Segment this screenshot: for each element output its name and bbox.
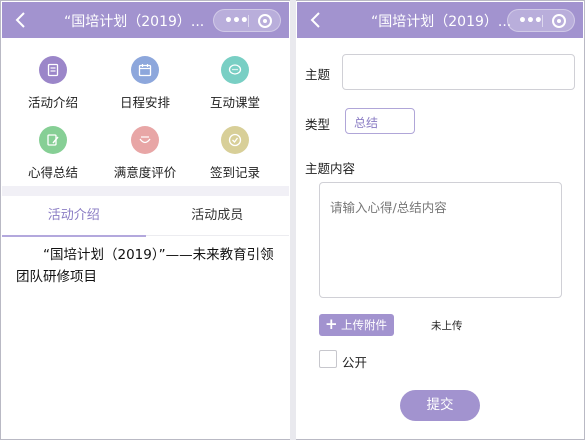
- menu-item-activity-intro[interactable]: 活动介绍: [8, 56, 98, 111]
- nav-title: “国培计划（2019）...: [64, 14, 205, 30]
- back-icon[interactable]: [307, 9, 325, 31]
- menu-item-label: 满意度评价: [113, 165, 177, 180]
- menu-item-schedule[interactable]: 日程安排: [100, 56, 190, 111]
- menu-item-label: 日程安排: [119, 95, 170, 110]
- subject-label: 主题: [305, 67, 331, 82]
- type-select[interactable]: 总结: [345, 108, 415, 134]
- tab-activity-intro[interactable]: 活动介绍: [2, 196, 146, 237]
- mini-program-capsule: •••: [507, 9, 575, 32]
- smile-icon: [131, 126, 159, 154]
- menu-item-label: 活动介绍: [27, 95, 78, 110]
- function-menu-grid: 活动介绍 日程安排 互动课堂 心得总结 满意度评价 签到记录: [2, 38, 289, 186]
- upload-status: 未上传: [431, 320, 463, 332]
- menu-item-label: 签到记录: [209, 165, 260, 180]
- capsule-separator: [542, 15, 543, 27]
- content-label: 主题内容: [305, 161, 356, 176]
- mini-program-capsule: •••: [213, 9, 281, 32]
- nav-bar: “国培计划（2019）... •••: [297, 2, 583, 38]
- content-textarea[interactable]: 请输入心得/总结内容: [319, 182, 562, 298]
- chat-icon: [221, 56, 249, 84]
- close-target-icon[interactable]: [258, 14, 272, 28]
- notes-icon: [39, 126, 67, 154]
- tab-bar: 活动介绍 活动成员: [2, 196, 290, 237]
- capsule-separator: [248, 15, 249, 27]
- type-label: 类型: [305, 117, 331, 132]
- more-icon[interactable]: •••: [224, 13, 249, 29]
- menu-item-check-in-record[interactable]: 签到记录: [190, 126, 280, 181]
- document-icon: [39, 56, 67, 84]
- check-icon: [221, 126, 249, 154]
- activity-detail-screen: “国培计划（2019）... ••• 活动介绍 日程安排 互动课堂 心得总结 满…: [2, 2, 289, 438]
- section-gap: [2, 186, 289, 196]
- menu-item-satisfaction-evaluation[interactable]: 满意度评价: [100, 126, 190, 181]
- upload-attachment-button[interactable]: + 上传附件: [319, 314, 394, 336]
- submit-button[interactable]: 提交: [400, 390, 480, 421]
- menu-item-interactive-class[interactable]: 互动课堂: [190, 56, 280, 111]
- upload-button-label: 上传附件: [341, 318, 387, 332]
- close-target-icon[interactable]: [552, 14, 566, 28]
- summary-form-screen: “国培计划（2019）... ••• 主题 类型 总结 主题内容 请输入心得/总…: [297, 2, 583, 438]
- tab-activity-members[interactable]: 活动成员: [146, 196, 290, 236]
- menu-item-label: 心得总结: [27, 165, 78, 180]
- menu-item-label: 互动课堂: [209, 95, 260, 110]
- menu-item-experience-summary[interactable]: 心得总结: [8, 126, 98, 181]
- public-checkbox[interactable]: [319, 350, 337, 368]
- subject-input[interactable]: [342, 54, 575, 90]
- activity-intro-text: “国培计划（2019）”——未来教育引领团队研修项目: [16, 247, 274, 285]
- screen-divider: [290, 0, 296, 440]
- public-label: 公开: [342, 355, 368, 370]
- calendar-icon: [131, 56, 159, 84]
- nav-bar: “国培计划（2019）... •••: [2, 2, 289, 38]
- back-icon[interactable]: [12, 9, 30, 31]
- plus-icon: +: [325, 315, 338, 333]
- more-icon[interactable]: •••: [518, 13, 543, 29]
